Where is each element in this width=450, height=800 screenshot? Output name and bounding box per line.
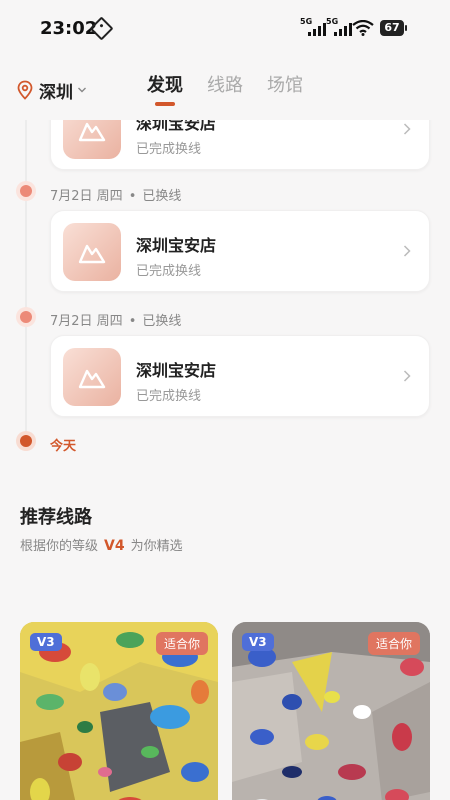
timeline-line: [25, 118, 27, 440]
timeline-date: 7月2日 周四 • 已换线: [50, 185, 181, 204]
visit-card[interactable]: 深圳宝安店 已完成换线: [50, 335, 430, 417]
section-title: 推荐线路: [20, 507, 92, 528]
date-text: 7月2日 周四: [50, 189, 123, 204]
status-text: 已换线: [142, 189, 182, 204]
top-nav: 深圳 发现 线路 场馆: [0, 56, 450, 120]
gym-thumbnail: [63, 223, 121, 281]
signal-icon: 5G: [326, 17, 352, 37]
date-text: 7月2日 周四: [50, 314, 123, 329]
separator: •: [128, 189, 137, 204]
subtitle-prefix: 根据你的等级: [20, 539, 99, 554]
location-pin-icon: [17, 80, 33, 100]
gym-name: 深圳宝安店: [136, 236, 217, 255]
fit-badge: 适合你: [155, 632, 208, 655]
tab-gyms[interactable]: 场馆: [267, 72, 303, 106]
visit-detail: 已完成换线: [136, 389, 202, 404]
mountain-icon: [78, 122, 106, 142]
today-label: 今天: [50, 439, 77, 454]
route-card[interactable]: V3 适合你: [232, 622, 430, 800]
tab-bar: 发现 线路 场馆: [147, 72, 303, 106]
user-level: V4: [104, 538, 125, 554]
wifi-icon: [352, 20, 374, 36]
visit-detail: 已完成换线: [136, 264, 202, 279]
timeline-dot: [20, 185, 32, 197]
subtitle-suffix: 为你精选: [130, 539, 183, 554]
chevron-right-icon: [403, 245, 411, 257]
gym-thumbnail: [63, 348, 121, 406]
grade-badge: V3: [30, 633, 62, 651]
status-text: 已换线: [142, 314, 182, 329]
fit-badge: 适合你: [367, 632, 420, 655]
mountain-icon: [78, 369, 106, 389]
timeline-dot-today: [20, 435, 32, 447]
chevron-right-icon: [403, 370, 411, 382]
route-card[interactable]: V3 适合你: [20, 622, 218, 800]
gym-name: 深圳宝安店: [136, 361, 217, 380]
status-time: 23:02: [40, 18, 98, 39]
grade-badge: V3: [242, 633, 274, 651]
tab-discover[interactable]: 发现: [147, 72, 183, 106]
visit-detail: 已完成换线: [136, 142, 202, 157]
timeline-dot: [20, 311, 32, 323]
city-name: 深圳: [39, 82, 73, 103]
screen: 23:02 5G 5G 67 深圳 发现 线路 场馆 深圳宝安店 已完成换线 7…: [0, 0, 450, 800]
status-bar: 23:02 5G 5G 67: [0, 0, 450, 56]
battery-icon: 67: [380, 20, 407, 36]
section-subtitle: 根据你的等级 V4 为你精选: [20, 535, 183, 554]
tab-routes[interactable]: 线路: [207, 72, 243, 106]
chevron-right-icon: [403, 123, 411, 135]
timeline-date: 7月2日 周四 • 已换线: [50, 310, 181, 329]
signal-icon: 5G: [300, 17, 326, 37]
visit-card[interactable]: 深圳宝安店 已完成换线: [50, 210, 430, 292]
separator: •: [128, 314, 137, 329]
city-selector[interactable]: 深圳: [16, 78, 87, 103]
mountain-icon: [78, 244, 106, 264]
chevron-down-icon: [78, 87, 86, 93]
